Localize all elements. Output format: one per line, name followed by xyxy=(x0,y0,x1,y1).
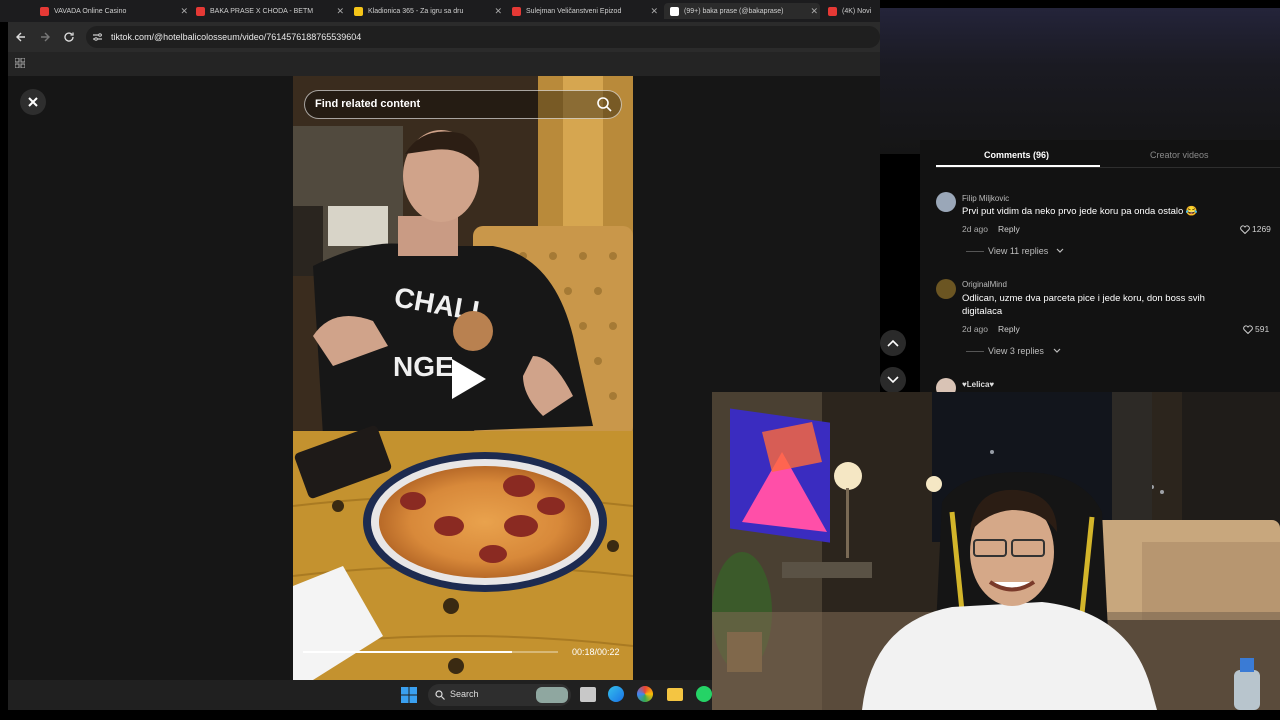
related-search-placeholder: Find related content xyxy=(315,98,421,110)
tab-label: Kladionica 365 - Za igru sa dru xyxy=(368,7,464,15)
search-highlight-icon[interactable] xyxy=(536,687,568,703)
windows-start-icon[interactable] xyxy=(401,687,417,703)
taskbar-search-label: Search xyxy=(450,689,479,699)
url-text: tiktok.com/@hotelbalicolosseum/video/761… xyxy=(111,32,362,42)
tab-label: BAKA PRASE X CHODA - BETM xyxy=(210,7,314,15)
streamer-webcam xyxy=(712,392,1280,710)
tab-label: VAVADA Online Casino xyxy=(54,7,127,15)
close-video-button[interactable] xyxy=(20,89,46,115)
tab-creator-videos[interactable]: Creator videos xyxy=(1150,150,1209,160)
apps-grid-icon[interactable] xyxy=(15,58,25,68)
browser-tab[interactable]: BAKA PRASE X CHODA - BETM ✕ xyxy=(196,3,346,19)
comment-username[interactable]: OriginalMind xyxy=(962,280,1007,289)
profile-header-area xyxy=(880,8,1280,154)
browser-tab-active[interactable]: (99+) baka prase (@bakaprase) ✕ xyxy=(664,3,820,19)
chevron-down-icon xyxy=(1056,248,1064,253)
comments-panel xyxy=(920,140,1280,392)
replies-divider xyxy=(966,251,984,252)
browser-tab-bar: VAVADA Online Casino ✕ BAKA PRASE X CHOD… xyxy=(0,0,880,22)
comment-username[interactable]: Filip Miljkovic xyxy=(962,194,1009,203)
heart-icon[interactable] xyxy=(1240,225,1250,234)
comment-username[interactable]: ♥Lelica♥ xyxy=(962,380,994,389)
comment-text: Odlican, uzme dva parceta pice i jede ko… xyxy=(962,293,1205,317)
replies-divider xyxy=(966,351,984,352)
tabs-divider xyxy=(936,167,1280,168)
reply-button[interactable]: Reply xyxy=(998,324,1020,334)
tab-close-icon[interactable]: ✕ xyxy=(494,6,502,17)
tab-label: (99+) baka prase (@bakaprase) xyxy=(684,7,784,15)
file-explorer-icon[interactable] xyxy=(667,688,683,701)
tab-favicon-icon xyxy=(512,6,521,16)
comment-time: 2d ago xyxy=(962,324,988,334)
play-icon[interactable] xyxy=(448,357,488,401)
tab-close-icon[interactable]: ✕ xyxy=(810,6,818,17)
chevron-down-icon xyxy=(1053,348,1061,353)
reload-icon[interactable] xyxy=(63,31,75,43)
progress-fill xyxy=(303,651,513,653)
previous-video-button[interactable] xyxy=(880,330,906,356)
view-replies-button[interactable]: View 3 replies xyxy=(988,346,1044,356)
copilot-icon[interactable] xyxy=(637,686,653,702)
tab-favicon-icon xyxy=(354,6,363,16)
browser-tab[interactable]: (4K) Novi xyxy=(828,3,880,19)
tab-label: (4K) Novi xyxy=(842,7,872,15)
close-icon xyxy=(28,97,38,107)
heart-icon[interactable] xyxy=(1243,325,1253,334)
task-view-icon[interactable] xyxy=(580,687,596,702)
avatar[interactable] xyxy=(936,192,956,212)
whatsapp-icon[interactable] xyxy=(696,686,712,702)
site-info-icon[interactable] xyxy=(92,32,103,42)
tab-close-icon[interactable]: ✕ xyxy=(180,6,188,17)
browser-tab[interactable]: Kladionica 365 - Za igru sa dru ✕ xyxy=(354,3,504,19)
back-arrow-icon[interactable] xyxy=(15,31,27,43)
reply-button[interactable]: Reply xyxy=(998,224,1020,234)
tab-favicon-icon xyxy=(828,6,837,16)
tab-favicon-icon xyxy=(40,6,49,16)
webcam-frame xyxy=(712,392,1280,710)
next-video-button[interactable] xyxy=(880,367,906,393)
windows-taskbar xyxy=(8,680,712,710)
edge-browser-icon[interactable] xyxy=(608,686,624,702)
tab-label: Sulejman Veličanstveni Epizod xyxy=(526,7,622,15)
search-icon xyxy=(435,690,445,700)
forward-arrow-icon[interactable] xyxy=(39,31,51,43)
chevron-up-icon xyxy=(887,339,899,347)
comment-text: Prvi put vidim da neko prvo jede koru pa… xyxy=(962,206,1198,217)
video-timecode: 00:18/00:22 xyxy=(572,647,620,657)
tab-favicon-icon xyxy=(196,6,205,16)
browser-tab[interactable]: Sulejman Veličanstveni Epizod ✕ xyxy=(512,3,660,19)
like-count: 591 xyxy=(1255,324,1270,334)
browser-tab[interactable]: VAVADA Online Casino ✕ xyxy=(40,3,190,19)
comment-time: 2d ago xyxy=(962,224,988,234)
search-icon[interactable] xyxy=(596,96,612,112)
tab-close-icon[interactable]: ✕ xyxy=(336,6,344,17)
avatar[interactable] xyxy=(936,279,956,299)
tab-close-icon[interactable]: ✕ xyxy=(650,6,658,17)
view-replies-button[interactable]: View 11 replies xyxy=(988,246,1048,256)
tab-comments[interactable]: Comments (96) xyxy=(984,150,1049,160)
chevron-down-icon xyxy=(887,376,899,384)
bookmarks-bar xyxy=(8,52,880,76)
svg-text:NGE: NGE xyxy=(393,351,454,382)
like-count: 1269 xyxy=(1252,224,1271,234)
tiktok-favicon-icon xyxy=(670,6,679,16)
